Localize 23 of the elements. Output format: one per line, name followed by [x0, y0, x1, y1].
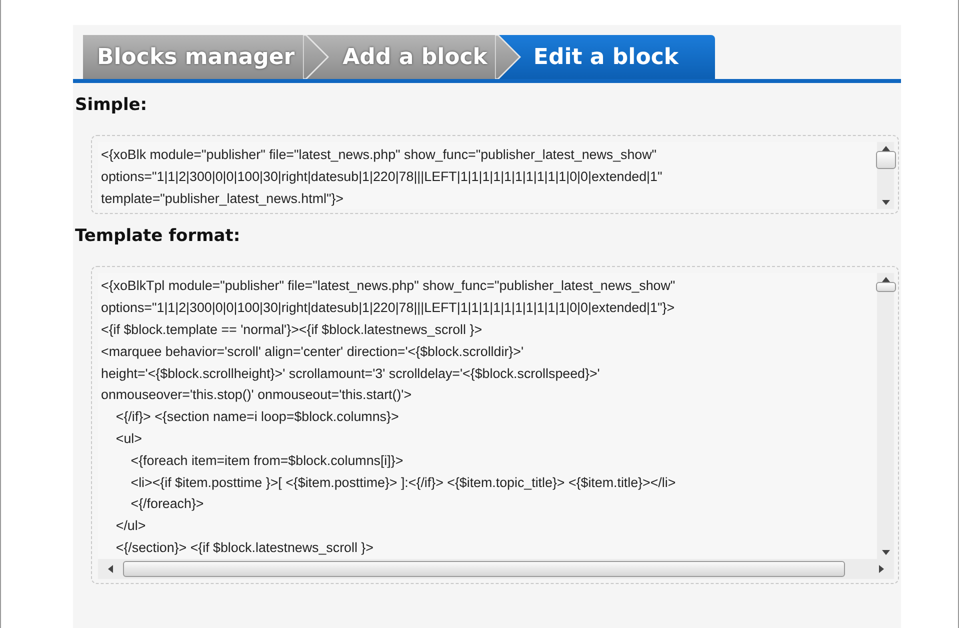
- code-line: <marquee behavior='scroll' align='center' direction='<{$block.scrolldir}>': [101, 342, 525, 361]
- chevron-separator: [495, 35, 522, 79]
- code-line: <{/if}> <{section name=i loop=$block.columns}>: [114, 408, 400, 426]
- code-line: <{/foreach}>: [130, 495, 205, 514]
- code-line: onmouseover='this.stop()' onmouseout='this.start()'>: [101, 386, 413, 404]
- code-line: options="1|1|2|300|0|0|100|30|right|datesub|1|220|78|||LEFT|1|1|1|1|1|1|1|1|1|1|0|0|extended|1"}>: [101, 299, 676, 318]
- chevron-separator: [302, 35, 329, 79]
- code-line: <ul>: [114, 430, 143, 448]
- code-line: options="1|1|2|300|0|0|100|30|right|datesub|1|220|78|||LEFT|1|1|1|1|1|1|1|1|1|1|0|0|extended|1": [101, 168, 664, 186]
- code-line: template="publisher_latest_news.html"}>: [101, 190, 344, 208]
- horizontal-scrollbar[interactable]: [98, 558, 894, 579]
- section-heading: Simple:: [75, 95, 148, 115]
- code-line: height='<{$block.scrollheight}>' scrollamount='3' scrolldelay='<{$block.scrollspeed}>': [101, 364, 601, 383]
- code-line: <{xoBlk module="publisher" file="latest_news.php" show_func="publisher_latest_news_show": [101, 146, 658, 164]
- section-heading: Template format:: [75, 226, 242, 246]
- code-line: </ul>: [114, 517, 147, 536]
- code-line: <{if $block.template == 'normal'}><{if $block.latestnews_scroll }>: [101, 320, 484, 339]
- vertical-scrollbar[interactable]: [877, 273, 894, 559]
- code-line: <{/section}> <{if $block.latestnews_scroll }>: [114, 538, 374, 557]
- code-line: <li><{if $item.posttime }>[ <{$item.posttime}> ]:<{/if}> <{$item.topic_title}> <{$item.title}></li>: [130, 474, 677, 492]
- code-line: <{foreach item=item from=$block.columns[i]}>: [130, 452, 404, 470]
- code-line: <{xoBlkTpl module="publisher" file="latest_news.php" show_func="publisher_latest_news_show": [101, 277, 676, 296]
- vertical-scrollbar[interactable]: [877, 142, 894, 210]
